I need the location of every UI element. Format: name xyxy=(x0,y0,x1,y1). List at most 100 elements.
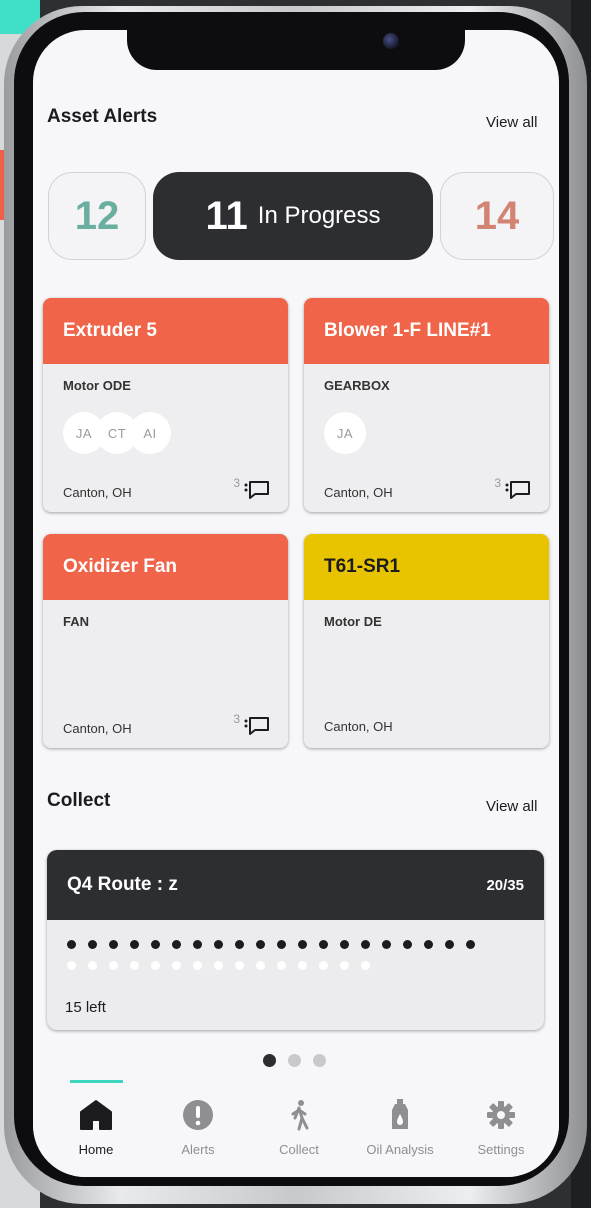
route-name: Q4 Route : z xyxy=(67,874,178,895)
asset-alerts-title: Asset Alerts xyxy=(47,106,158,127)
progress-dot xyxy=(298,961,307,970)
asset-card-title: Extruder 5 xyxy=(43,298,288,364)
progress-dot xyxy=(277,940,286,949)
route-header: Q4 Route : z 20/35 xyxy=(47,850,544,920)
avatar: JA xyxy=(324,412,366,454)
asset-card-location: Canton, OH xyxy=(324,485,393,500)
stat-new-count[interactable]: 12 xyxy=(48,172,146,260)
asset-alerts-view-all-link[interactable]: View all xyxy=(486,114,537,131)
progress-dot xyxy=(466,940,475,949)
alert-icon xyxy=(183,1100,213,1130)
home-icon xyxy=(80,1100,112,1130)
asset-card-component: Motor ODE xyxy=(63,378,131,393)
tab-label: Oil Analysis xyxy=(366,1142,434,1157)
notch xyxy=(127,30,465,70)
active-tab-indicator xyxy=(70,1080,123,1083)
collect-view-all-link[interactable]: View all xyxy=(486,798,537,815)
progress-dot xyxy=(88,961,97,970)
asset-card-extruder-5[interactable]: Extruder 5 Motor ODE JA CT AI Canton, OH… xyxy=(43,298,288,512)
tab-collect[interactable]: Collect xyxy=(254,1098,344,1157)
comment-list-icon xyxy=(244,481,269,499)
asset-card-location: Canton, OH xyxy=(63,485,132,500)
asset-card-oxidizer-fan[interactable]: Oxidizer Fan FAN Canton, OH 3 xyxy=(43,534,288,748)
comment-count: 3 xyxy=(233,712,240,726)
progress-dot xyxy=(361,940,370,949)
comment-count: 3 xyxy=(233,476,240,490)
progress-dot xyxy=(340,940,349,949)
page-dot[interactable] xyxy=(263,1054,276,1067)
comments-button[interactable]: 3 xyxy=(233,476,270,500)
progress-dot xyxy=(340,961,349,970)
progress-dot xyxy=(361,961,370,970)
page-dot[interactable] xyxy=(313,1054,326,1067)
stat-closed-count[interactable]: 14 xyxy=(440,172,554,260)
tab-label: Collect xyxy=(279,1142,319,1157)
progress-dot xyxy=(130,961,139,970)
stat-closed-value: 14 xyxy=(474,193,520,238)
route-progress: 20/35 xyxy=(486,876,524,894)
asset-card-blower[interactable]: Blower 1-F LINE#1 GEARBOX JA Canton, OH … xyxy=(304,298,549,512)
progress-dot xyxy=(193,940,202,949)
progress-dot xyxy=(172,961,181,970)
progress-dot xyxy=(256,940,265,949)
progress-dot xyxy=(151,961,160,970)
tab-alerts[interactable]: Alerts xyxy=(153,1098,243,1157)
asset-card-component: GEARBOX xyxy=(324,378,390,393)
comments-button[interactable]: 3 xyxy=(494,476,531,500)
asset-card-t61-sr1[interactable]: T61-SR1 Motor DE Canton, OH xyxy=(304,534,549,748)
progress-dot xyxy=(382,940,391,949)
route-progress-dots-row-1 xyxy=(67,940,475,949)
comment-count: 3 xyxy=(494,476,501,490)
tab-oil-analysis[interactable]: Oil Analysis xyxy=(355,1098,445,1157)
asset-card-location: Canton, OH xyxy=(324,719,393,734)
progress-dot xyxy=(67,961,76,970)
tab-label: Settings xyxy=(477,1142,525,1157)
comment-list-icon xyxy=(244,717,269,735)
progress-dot xyxy=(298,940,307,949)
progress-dot xyxy=(235,940,244,949)
asset-card-component: FAN xyxy=(63,614,89,629)
route-card[interactable]: Q4 Route : z 20/35 15 left xyxy=(47,850,544,1030)
progress-dot xyxy=(277,961,286,970)
stat-in-progress-value: 11 xyxy=(205,193,248,238)
tab-label: Alerts xyxy=(181,1142,215,1157)
gear-icon xyxy=(487,1101,515,1129)
stat-in-progress[interactable]: 11 In Progress xyxy=(153,172,433,260)
asset-card-title: Oxidizer Fan xyxy=(43,534,288,600)
tab-settings[interactable]: Settings xyxy=(456,1098,546,1157)
asset-card-location: Canton, OH xyxy=(63,721,132,736)
progress-dot xyxy=(172,940,181,949)
progress-dot xyxy=(151,940,160,949)
progress-dot xyxy=(235,961,244,970)
tab-home[interactable]: Home xyxy=(51,1098,141,1157)
progress-dot xyxy=(214,961,223,970)
progress-dot xyxy=(445,940,454,949)
walking-person-icon xyxy=(291,1100,309,1131)
progress-dot xyxy=(109,961,118,970)
stat-new-value: 12 xyxy=(74,193,120,238)
tab-bar: Home Alerts Collect Oil Analysis Setting… xyxy=(33,1080,559,1177)
progress-dot xyxy=(319,940,328,949)
asset-card-component: Motor DE xyxy=(324,614,382,629)
phone-screen: Asset Alerts View all 12 11 In Progress … xyxy=(33,30,559,1177)
comments-button[interactable]: 3 xyxy=(233,712,270,736)
route-remaining: 15 left xyxy=(65,999,106,1016)
page-dot[interactable] xyxy=(288,1054,301,1067)
asset-card-title: Blower 1-F LINE#1 xyxy=(304,298,549,364)
tab-label: Home xyxy=(78,1142,114,1157)
collect-title: Collect xyxy=(47,790,111,811)
progress-dot xyxy=(214,940,223,949)
progress-dot xyxy=(403,940,412,949)
oil-bottle-icon xyxy=(392,1099,408,1129)
progress-dot xyxy=(109,940,118,949)
camera-icon xyxy=(383,33,399,49)
stat-in-progress-label: In Progress xyxy=(257,202,381,229)
progress-dot xyxy=(193,961,202,970)
progress-dot xyxy=(319,961,328,970)
page-indicator xyxy=(263,1054,326,1067)
route-progress-dots-row-2 xyxy=(67,961,370,970)
progress-dot xyxy=(130,940,139,949)
progress-dot xyxy=(424,940,433,949)
progress-dot xyxy=(256,961,265,970)
progress-dot xyxy=(67,940,76,949)
